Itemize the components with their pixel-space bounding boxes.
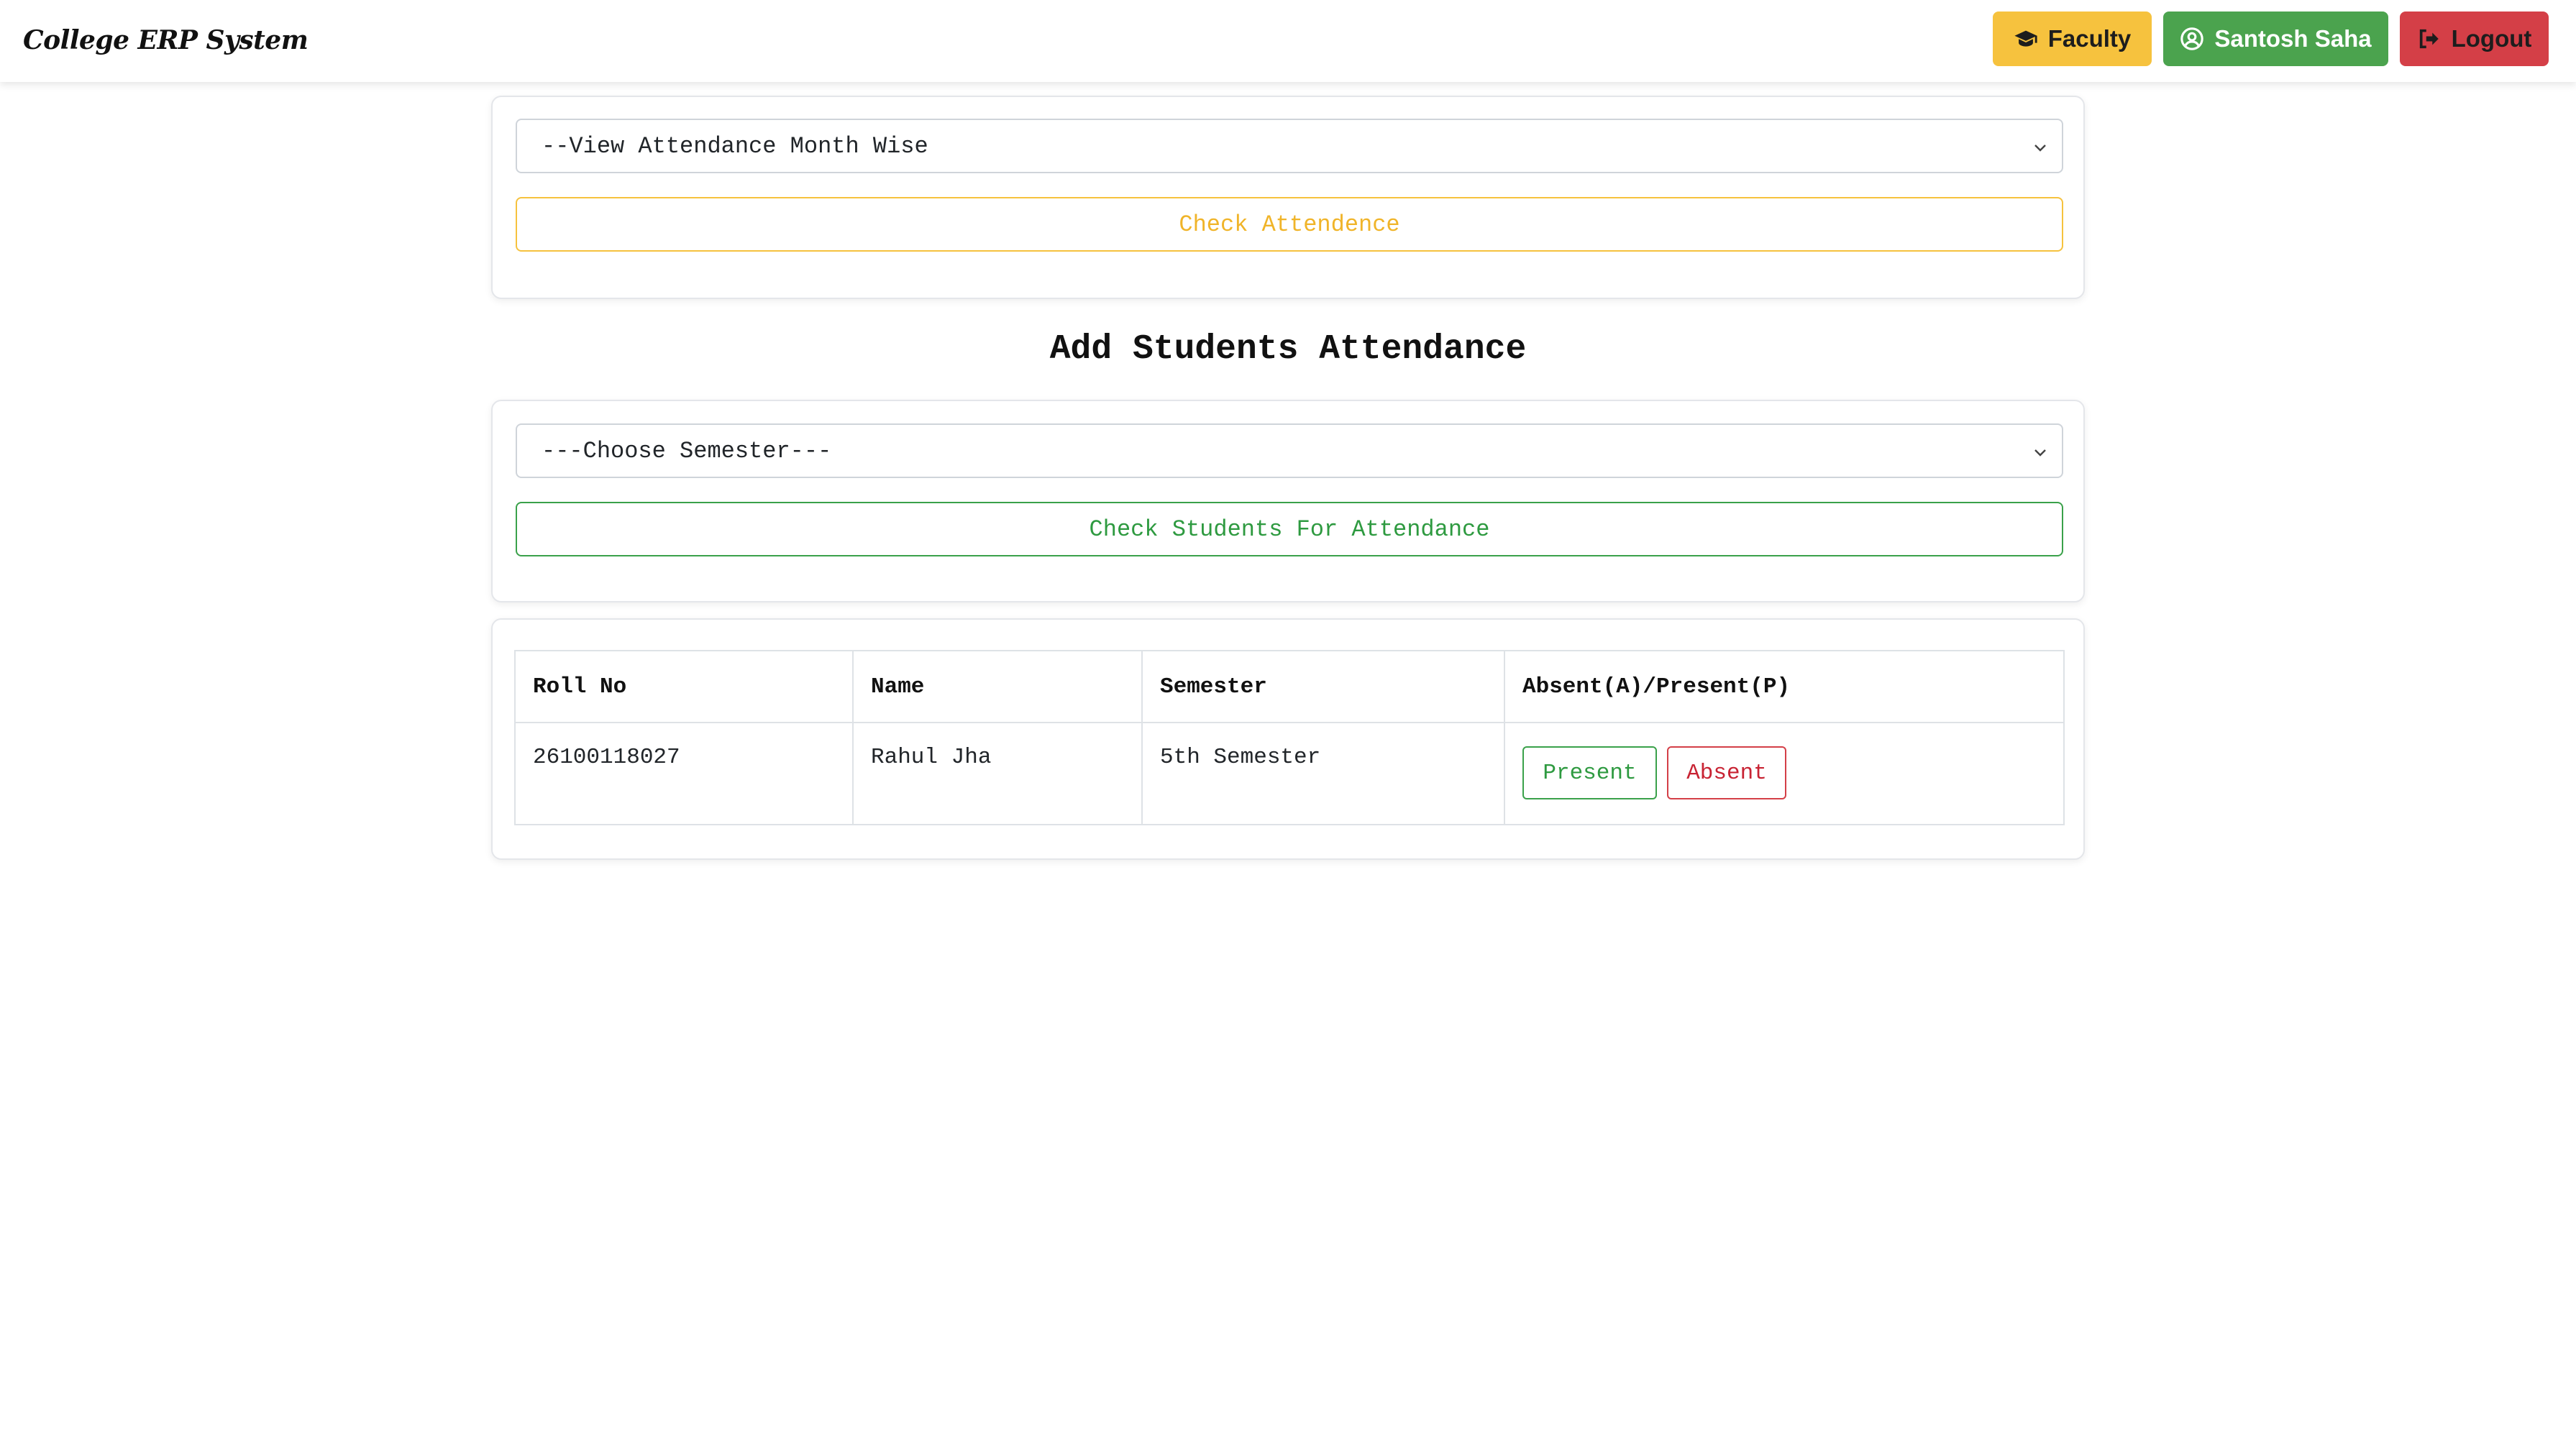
faculty-button[interactable]: Faculty: [1993, 12, 2152, 66]
chevron-down-icon: [2034, 145, 2046, 152]
cell-name: Rahul Jha: [852, 722, 1143, 825]
check-students-button[interactable]: Check Students For Attendance: [516, 502, 2063, 556]
top-navbar: College ERP System Faculty Santosh Saha …: [0, 0, 2576, 82]
month-select[interactable]: --View Attendance Month Wise: [516, 119, 2063, 173]
faculty-label: Faculty: [2047, 25, 2132, 52]
table-row: 26100118027 Rahul Jha 5th Semester Prese…: [514, 722, 2065, 825]
header-semester: Semester: [1141, 650, 1505, 723]
semester-select[interactable]: ---Choose Semester---: [516, 423, 2063, 478]
graduation-cap-icon: [2014, 30, 2037, 47]
app-brand[interactable]: College ERP System: [23, 20, 309, 60]
header-attendance-status: Absent(A)/Present(P): [1504, 650, 2065, 723]
check-attendance-button[interactable]: Check Attendence: [516, 197, 2063, 252]
semester-select-card: ---Choose Semester--- Check Students For…: [491, 400, 2085, 602]
header-name: Name: [852, 650, 1143, 723]
cell-actions: Present Absent: [1504, 722, 2065, 825]
month-attendance-card: --View Attendance Month Wise Check Atten…: [491, 96, 2085, 299]
header-roll-no: Roll No: [514, 650, 854, 723]
attendance-table-card: Roll No Name Semester Absent(A)/Present(…: [491, 618, 2085, 860]
page-title: Add Students Attendance: [1049, 330, 1527, 369]
month-select-value: --View Attendance Month Wise: [542, 132, 928, 160]
user-name-label: Santosh Saha: [2214, 25, 2372, 52]
logout-button[interactable]: Logout: [2400, 12, 2549, 66]
logout-label: Logout: [2451, 25, 2532, 52]
user-circle-icon: [2180, 27, 2204, 50]
semester-select-value: ---Choose Semester---: [542, 437, 832, 464]
absent-button[interactable]: Absent: [1667, 746, 1786, 799]
cell-roll-no: 26100118027: [514, 722, 854, 825]
cell-semester: 5th Semester: [1141, 722, 1505, 825]
user-profile-button[interactable]: Santosh Saha: [2163, 12, 2388, 66]
attendance-table: Roll No Name Semester Absent(A)/Present(…: [514, 650, 2065, 825]
table-header-row: Roll No Name Semester Absent(A)/Present(…: [514, 650, 2065, 723]
chevron-down-icon: [2034, 449, 2046, 457]
present-button[interactable]: Present: [1522, 746, 1657, 799]
sign-out-icon: [2419, 29, 2439, 49]
